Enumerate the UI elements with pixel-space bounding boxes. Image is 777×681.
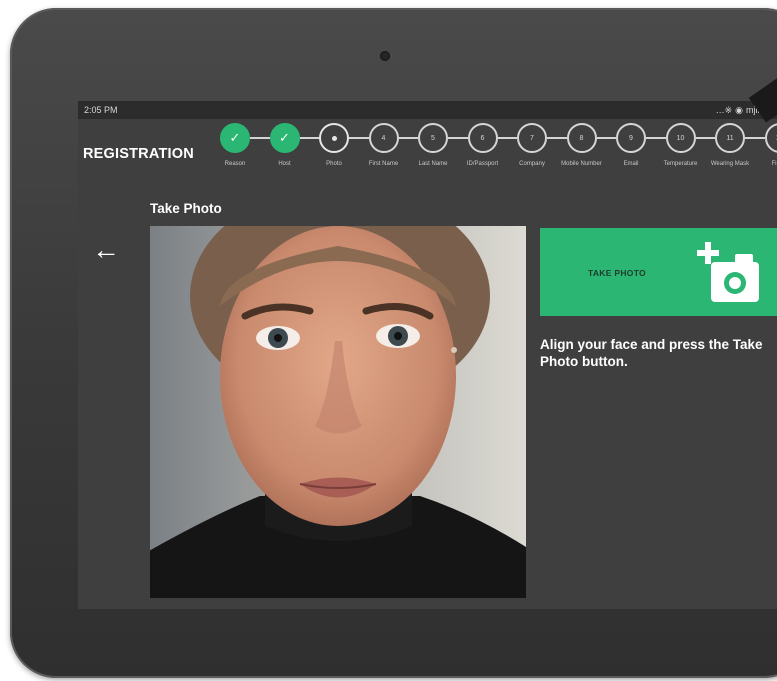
- back-button[interactable]: ←: [92, 234, 124, 266]
- step-label: Host: [278, 161, 291, 167]
- step-label: Company: [519, 161, 545, 167]
- step-item: 5 Last Name: [408, 123, 458, 168]
- step-item: 9 Email: [606, 123, 656, 168]
- step-number: 9: [616, 123, 646, 153]
- step-item: 12 Finish: [755, 123, 777, 168]
- camera-plus-icon: [697, 242, 759, 302]
- check-icon: ✓: [269, 123, 300, 153]
- signal-icon: …※: [715, 104, 733, 115]
- take-photo-button[interactable]: TAKE PHOTO: [540, 228, 777, 316]
- face-photo: [150, 226, 526, 598]
- step-number: 11: [715, 123, 745, 153]
- step-item: 11 Wearing Mask: [705, 123, 755, 168]
- step-label: Last Name: [418, 161, 448, 167]
- wifi-icon: ◉: [735, 104, 743, 115]
- status-time: 2:05 PM: [84, 105, 118, 115]
- step-number: 8: [566, 123, 597, 153]
- dot-icon: [331, 135, 337, 141]
- step-number: 6: [467, 123, 498, 153]
- step-item: 6 ID/Passport: [458, 123, 508, 168]
- step-number: 4: [368, 123, 399, 153]
- step-item: 10 Temperature: [656, 123, 706, 168]
- step-current-indicator: [319, 123, 349, 153]
- step-item: 7 Company: [507, 123, 557, 168]
- arrow-left-icon: ←: [92, 234, 120, 265]
- take-photo-label: TAKE PHOTO: [588, 268, 646, 278]
- step-item: Photo: [309, 123, 359, 168]
- step-item: ✓ Host: [260, 123, 310, 168]
- step-number: 7: [517, 123, 547, 153]
- step-number: 5: [418, 123, 448, 153]
- step-label: Mobile Number: [561, 161, 602, 167]
- app-screen: 2:05 PM …※ ◉ mjlink REGISTRATION ✓ Reason…: [78, 101, 777, 609]
- step-label: Reason: [224, 161, 246, 167]
- step-number: 12: [764, 123, 777, 153]
- step-label: ID/Passport: [466, 161, 499, 167]
- step-item: 4 First Name: [359, 123, 409, 168]
- step-item: ✓ Reason: [210, 123, 260, 168]
- step-label: Temperature: [663, 161, 698, 167]
- step-label: First Name: [368, 161, 399, 167]
- front-camera: [380, 51, 390, 61]
- tablet-device: 2:05 PM …※ ◉ mjlink REGISTRATION ✓ Reason…: [10, 8, 777, 678]
- status-bar: 2:05 PM …※ ◉ mjlink: [78, 101, 777, 119]
- step-label: Wearing Mask: [710, 161, 750, 167]
- step-item: 8 Mobile Number: [557, 123, 607, 168]
- step-number: 10: [665, 123, 696, 153]
- check-icon: ✓: [220, 123, 250, 153]
- section-title: Take Photo: [150, 201, 222, 216]
- registration-header: REGISTRATION ✓ Reason ✓ Host Photo 4 First Nam…: [78, 119, 777, 181]
- page-title: REGISTRATION: [83, 146, 194, 162]
- step-label: Finish: [771, 161, 777, 167]
- step-label: Email: [623, 161, 639, 167]
- instructions-text: Align your face and press the Take Photo…: [540, 337, 763, 369]
- step-label: Photo: [326, 161, 342, 167]
- camera-preview: [150, 226, 526, 598]
